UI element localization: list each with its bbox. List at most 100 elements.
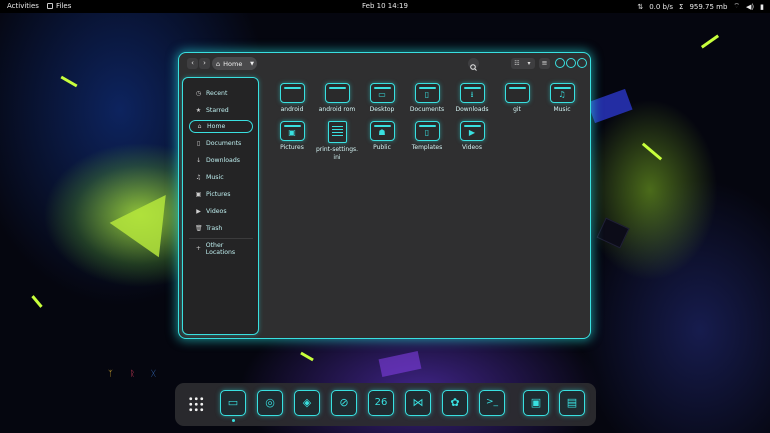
music-icon: ♫ <box>195 174 202 181</box>
list-view-icon[interactable]: ☷ <box>511 58 523 69</box>
minimize-button[interactable] <box>555 58 565 68</box>
wallpaper-shard <box>596 217 630 249</box>
dock-files-icon[interactable]: ▭ <box>220 390 246 416</box>
sidebar-item-videos[interactable]: ▶ Videos <box>189 205 253 218</box>
dock: ▭ ◎ ◈ ⊘ 26 ⋈ ✿ >_ ▣ ▤ <box>175 383 596 426</box>
search-icon <box>470 64 477 71</box>
video-icon: ▶ <box>196 208 201 215</box>
maximize-button[interactable] <box>566 58 576 68</box>
sidebar-item-pictures[interactable]: ▣ Pictures <box>189 188 253 201</box>
volume-icon: ◀) <box>746 2 755 11</box>
sidebar-item-documents[interactable]: ▯ Documents <box>189 137 253 150</box>
star-icon: ★ <box>195 107 202 114</box>
running-indicator <box>232 419 235 422</box>
pictures-folder-icon: ▣ <box>279 121 305 141</box>
sidebar-item-other-locations[interactable]: + Other Locations <box>189 242 253 256</box>
chevron-down-icon[interactable]: ▼ <box>250 61 254 67</box>
file-item-git[interactable]: git <box>494 83 540 114</box>
view-toggle[interactable]: ☷ ▾ <box>511 58 535 69</box>
file-item-templates[interactable]: ▯ Templates <box>404 121 450 152</box>
folder-icon <box>279 83 305 103</box>
desktop-decor-glyph: ᚷ <box>151 369 156 378</box>
desktop-decor-glyph: ᛉ <box>108 369 113 378</box>
file-label: Public <box>373 144 391 151</box>
dock-vscode-icon[interactable]: ⋈ <box>405 390 431 416</box>
sidebar-item-home[interactable]: ⌂ Home <box>189 120 253 133</box>
text-file-icon <box>327 121 347 143</box>
clock-icon: ◷ <box>195 90 202 97</box>
sidebar-item-label: Music <box>206 174 224 181</box>
file-label: git <box>513 106 521 113</box>
wallpaper-shard <box>641 142 663 161</box>
network-speed-icon: ⇅ <box>637 2 644 11</box>
search-button[interactable] <box>468 58 479 71</box>
sidebar-item-label: Downloads <box>206 157 240 164</box>
path-bar[interactable]: ⌂ Home ▼ <box>212 57 257 70</box>
close-button[interactable] <box>577 58 587 68</box>
dock-calendar-icon[interactable]: 26 <box>368 390 394 416</box>
sidebar-item-downloads[interactable]: ↓ Downloads <box>189 154 253 167</box>
system-status-area[interactable]: ⇅ 0.0 b/s Σ 959.75 mb ⌔ ◀) ▮ <box>637 2 764 11</box>
dock-compass-icon[interactable]: ⊘ <box>331 390 357 416</box>
folder-icon <box>504 83 530 103</box>
top-panel: Activities Files Feb 10 14:19 ⇅ 0.0 b/s … <box>0 0 770 13</box>
download-icon: ↓ <box>195 157 202 164</box>
sidebar-item-label: Pictures <box>206 191 231 198</box>
videos-folder-icon: ▶ <box>459 121 485 141</box>
sidebar-divider <box>189 238 253 239</box>
trash-icon: 🗑 <box>195 225 203 232</box>
file-label: Videos <box>462 144 482 151</box>
sidebar-item-trash[interactable]: 🗑 Trash <box>189 222 253 235</box>
dock-chrome-icon[interactable]: ◎ <box>257 390 283 416</box>
file-label: Music <box>553 106 571 113</box>
sidebar-item-starred[interactable]: ★ Starred <box>189 104 253 117</box>
folder-icon <box>324 83 350 103</box>
desktop-folder-icon: ▭ <box>369 83 395 103</box>
dock-settings-icon[interactable]: ✿ <box>442 390 468 416</box>
wallpaper-shard <box>60 75 78 88</box>
path-label: Home <box>223 59 243 68</box>
file-item-music[interactable]: ♫ Music <box>539 83 585 114</box>
dock-screen-icon[interactable]: ▣ <box>523 390 549 416</box>
downloads-folder-icon: ⭳ <box>459 83 485 103</box>
plus-icon: + <box>195 245 201 252</box>
sidebar-item-label: Recent <box>206 90 228 97</box>
file-item-desktop[interactable]: ▭ Desktop <box>359 83 405 114</box>
back-button[interactable]: ‹ <box>187 58 198 69</box>
file-label: Documents <box>409 106 445 113</box>
sidebar-item-label: Trash <box>206 225 223 232</box>
file-item-documents[interactable]: ▯ Documents <box>404 83 450 114</box>
dock-terminal-icon[interactable]: >_ <box>479 390 505 416</box>
wallpaper-shard <box>700 34 720 49</box>
sidebar-item-label: Documents <box>206 140 242 147</box>
file-label: Templates <box>411 144 443 151</box>
dock-safari-icon[interactable]: ◈ <box>294 390 320 416</box>
desktop-decor-glyph: ᚱ <box>130 369 135 378</box>
forward-button[interactable]: › <box>199 58 210 69</box>
sidebar-item-label: Starred <box>206 107 229 114</box>
dock-trash-icon[interactable]: ▤ <box>559 390 585 416</box>
file-item-downloads[interactable]: ⭳ Downloads <box>449 83 495 114</box>
file-label: android <box>280 106 304 113</box>
sidebar-item-music[interactable]: ♫ Music <box>189 171 253 184</box>
hamburger-menu-icon[interactable]: ≡ <box>539 58 550 69</box>
file-label: android rom <box>318 106 356 113</box>
file-item-pictures[interactable]: ▣ Pictures <box>269 121 315 152</box>
wallpaper-shard <box>378 351 422 377</box>
file-item-android[interactable]: android <box>269 83 315 114</box>
home-icon: ⌂ <box>216 59 221 68</box>
show-apps-grid-icon[interactable] <box>188 396 204 412</box>
file-item-android-rom[interactable]: android rom <box>314 83 360 114</box>
places-sidebar: ◷ Recent ★ Starred ⌂ Home ▯ Documents ↓ Downl… <box>182 77 259 335</box>
files-window: ‹ › ⌂ Home ▼ ☷ ▾ ≡ ◷ Recent ★ Starred ⌂ Hom… <box>178 52 591 339</box>
sidebar-item-recent[interactable]: ◷ Recent <box>189 87 253 100</box>
file-label: Downloads <box>455 106 489 113</box>
file-item-print-settings[interactable]: print-settings. ini <box>314 121 360 161</box>
battery-icon: ▮ <box>760 2 764 11</box>
public-folder-icon: ☗ <box>369 121 395 141</box>
wallpaper-shard <box>587 88 633 124</box>
chevron-down-icon[interactable]: ▾ <box>523 58 535 69</box>
wallpaper-shard <box>300 351 314 362</box>
file-item-public[interactable]: ☗ Public <box>359 121 405 152</box>
file-item-videos[interactable]: ▶ Videos <box>449 121 495 152</box>
